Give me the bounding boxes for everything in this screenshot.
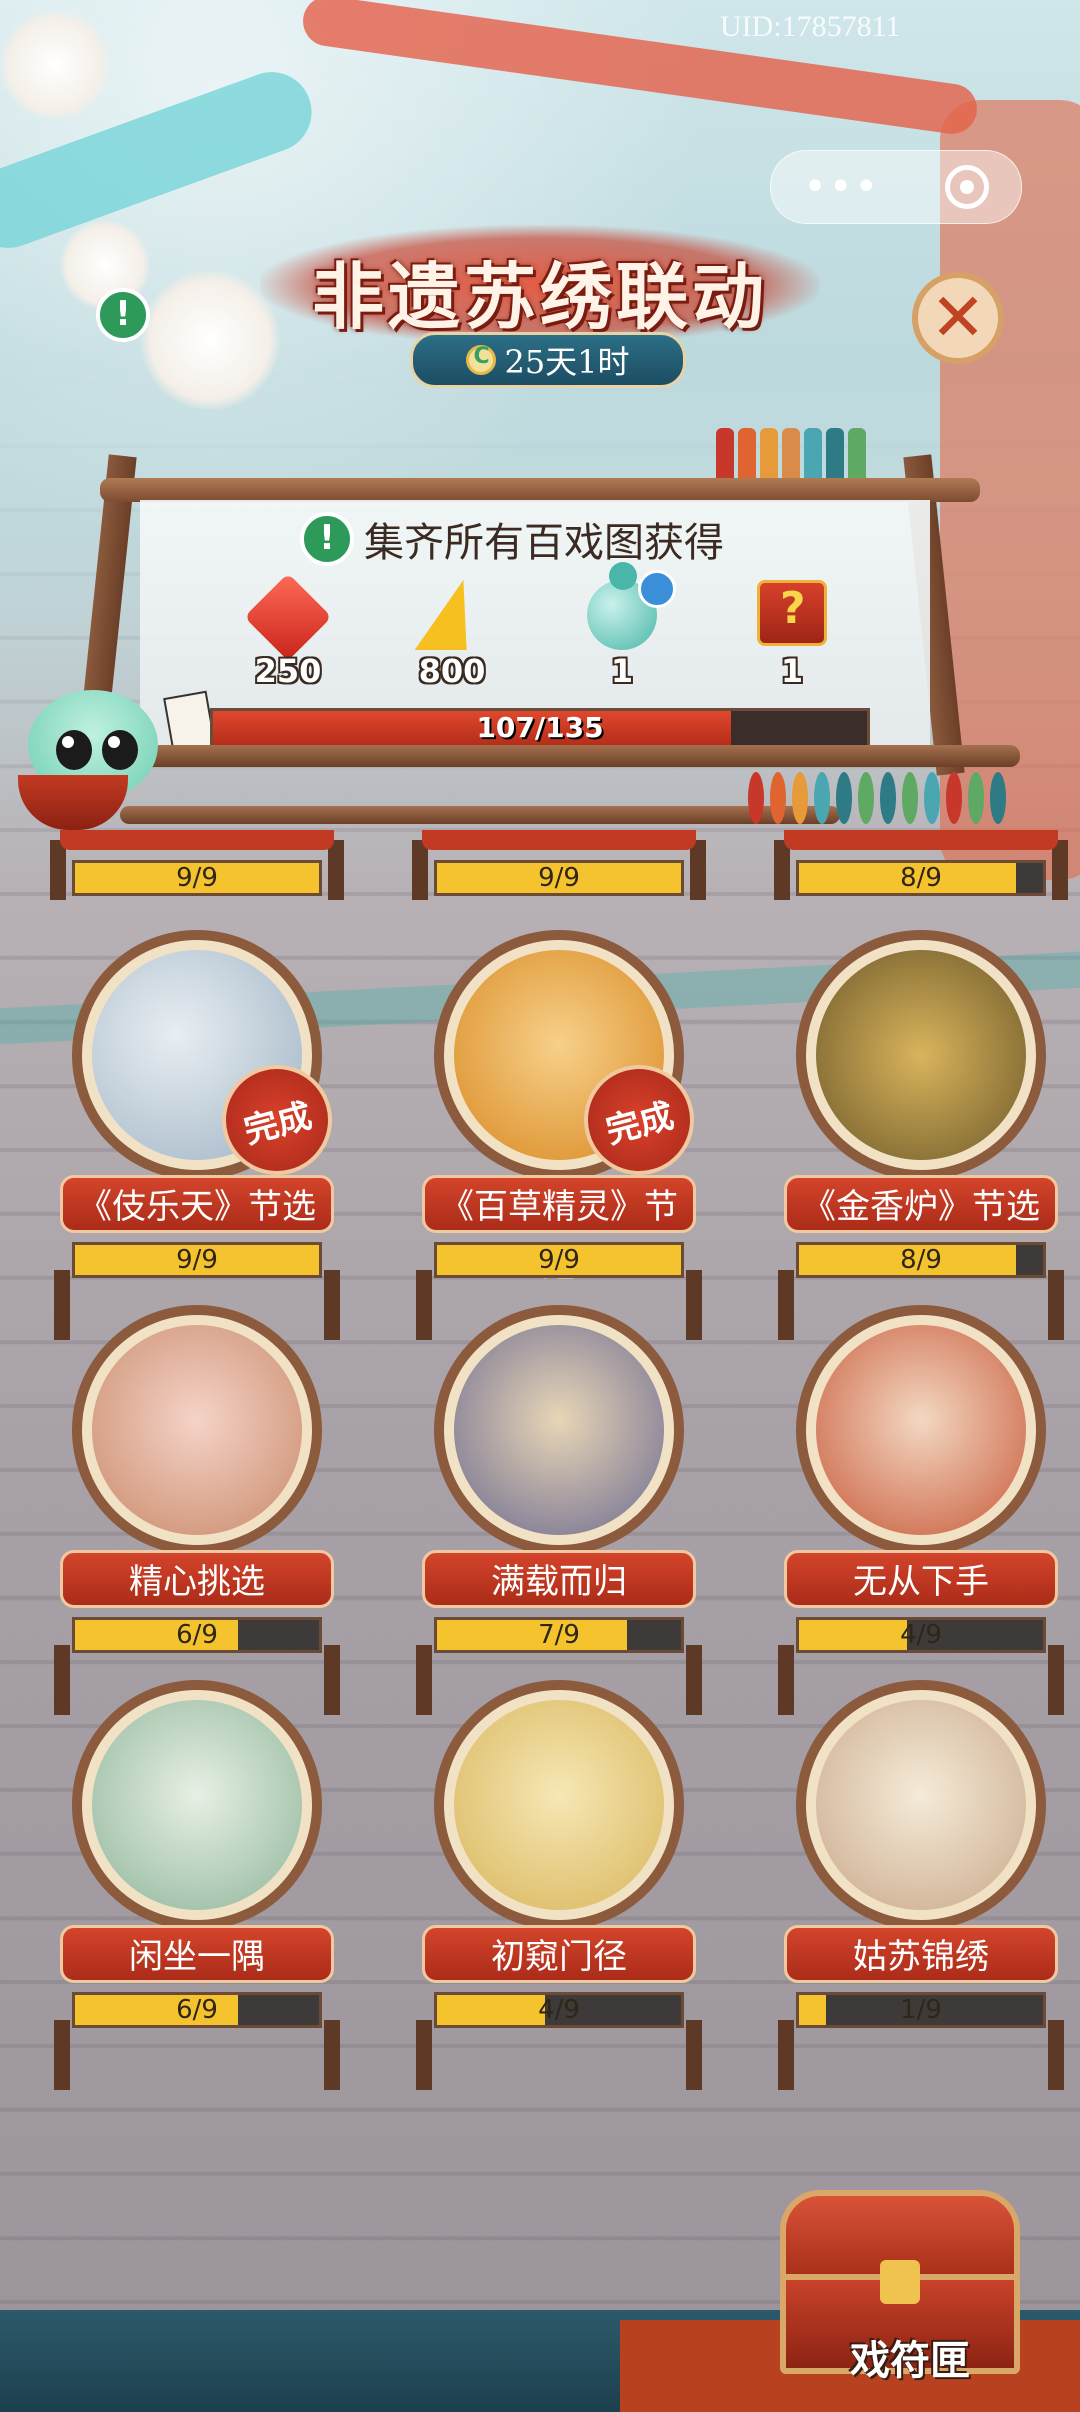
reward-item[interactable]: 250 [228, 573, 348, 690]
card-name: 《金香炉》节选 [784, 1175, 1058, 1233]
card-name: 满载而归 [422, 1550, 696, 1608]
more-menu-icon[interactable]: ••• [803, 167, 880, 207]
collection-card[interactable]: 完成《百草精灵》节选9/9 [414, 930, 707, 1340]
uid-label: UID:17857811 [720, 10, 901, 43]
card-progress-bar: 8/9 [796, 860, 1046, 896]
reward-item[interactable]: 800 [392, 580, 512, 690]
card-progress-bar: 4/9 [434, 1992, 684, 2028]
reward-qty: 1 [780, 652, 804, 690]
card-name: 精心挑选 [60, 1550, 334, 1608]
loom-bar [110, 745, 1020, 767]
partial-card[interactable]: 9/9 [412, 830, 706, 900]
collection-card[interactable]: 闲坐一隅 6/9 [52, 1680, 342, 2090]
flower-decoration [140, 270, 280, 410]
card-progress-text: 4/9 [538, 1995, 580, 2025]
card-name: 姑苏锦绣 [784, 1925, 1058, 1983]
card-artwork [796, 1305, 1046, 1555]
easel-leg [54, 2020, 70, 2090]
timer-text: 25天1时 [504, 343, 630, 381]
clock-coin-icon [466, 344, 497, 375]
card-progress-bar: 9/9 [434, 1242, 684, 1278]
easel-leg [1048, 2020, 1064, 2090]
card-progress-bar: 1/9 [796, 1992, 1046, 2028]
reward-item[interactable]: ? 1 [732, 580, 852, 690]
event-info-icon[interactable]: ! [96, 288, 150, 342]
card-artwork [434, 1680, 684, 1930]
card-artwork [434, 1305, 684, 1555]
partial-card[interactable]: 8/9 [774, 830, 1068, 900]
card-name: 《百草精灵》节选 [422, 1175, 696, 1285]
card-progress-text: 9/9 [176, 1245, 218, 1275]
thread-spools-top [716, 428, 866, 484]
collection-progress-bar: 107/135 [210, 708, 870, 748]
magnifier-icon [638, 570, 676, 608]
mystery-box-icon: ? [757, 580, 827, 646]
collection-card[interactable]: 完成 《伎乐天》节选 9/9 [52, 930, 345, 1340]
loom-bar [120, 806, 840, 824]
easel-leg [686, 2020, 702, 2090]
collection-card[interactable]: 《金香炉》节选 8/9 [776, 930, 1066, 1340]
collection-card[interactable]: 姑苏锦绣 1/9 [776, 1680, 1066, 2090]
loom-bar [100, 478, 980, 502]
collection-card[interactable]: 满载而归 7/9 [414, 1305, 704, 1715]
easel-leg [778, 2020, 794, 2090]
card-name: 《伎乐天》节选 [60, 1175, 334, 1233]
reward-qty: 800 [418, 652, 486, 690]
card-progress-bar: 9/9 [72, 860, 322, 896]
card-progress-text: 6/9 [176, 1995, 218, 2025]
collection-card[interactable]: 初窥门径 4/9 [414, 1680, 704, 2090]
red-gem-icon [244, 573, 332, 661]
card-progress-text: 7/9 [538, 1620, 580, 1650]
reward-info-icon[interactable]: ! [300, 512, 354, 566]
collection-progress-text: 107/135 [476, 711, 604, 744]
easel-leg [416, 2020, 432, 2090]
card-artwork [72, 1305, 322, 1555]
chest-label[interactable]: 戏符匣 [850, 2328, 970, 2386]
card-progress-bar: 8/9 [796, 1242, 1046, 1278]
card-progress-text: 4/9 [900, 1620, 942, 1650]
reward-qty: 250 [254, 652, 322, 690]
reward-qty: 1 [610, 652, 634, 690]
card-progress-bar: 9/9 [434, 860, 684, 896]
card-name: 无从下手 [784, 1550, 1058, 1608]
reward-header: ! 集齐所有百戏图获得 [300, 510, 724, 568]
card-progress-text: 6/9 [176, 1620, 218, 1650]
card-progress-bar: 7/9 [434, 1617, 684, 1653]
card-name: 闲坐一隅 [60, 1925, 334, 1983]
card-progress-text: 1/9 [900, 1995, 942, 2025]
collection-card[interactable]: 精心挑选 6/9 [52, 1305, 342, 1715]
event-timer: 25天1时 [410, 332, 686, 388]
card-progress-bar: 4/9 [796, 1617, 1046, 1653]
card-progress-bar: 6/9 [72, 1617, 322, 1653]
close-button[interactable]: ✕ [912, 272, 1004, 364]
card-progress-text: 9/9 [538, 1245, 580, 1275]
reward-header-text: 集齐所有百戏图获得 [364, 520, 724, 566]
card-progress-bar: 9/9 [72, 1242, 322, 1278]
card-artwork [796, 930, 1046, 1180]
thread-spools-bottom [748, 772, 1006, 824]
easel-leg [324, 2020, 340, 2090]
collection-card[interactable]: 无从下手 4/9 [776, 1305, 1066, 1715]
mini-program-capsule[interactable]: ••• [770, 150, 1022, 224]
mascot-cat[interactable] [18, 680, 168, 830]
reward-item[interactable]: 1 [562, 562, 682, 690]
card-artwork [796, 1680, 1046, 1930]
page-title: 非遗苏绣联动 [311, 254, 768, 339]
card-progress-bar: 6/9 [72, 1992, 322, 2028]
lightning-icon [414, 580, 490, 650]
flower-decoration [0, 10, 110, 120]
partial-card[interactable]: 9/9 [50, 830, 344, 900]
card-artwork [72, 1680, 322, 1930]
close-mini-program-icon[interactable] [944, 165, 989, 209]
card-progress-text: 8/9 [900, 1245, 942, 1275]
card-name: 初窥门径 [422, 1925, 696, 1983]
close-icon: ✕ [930, 279, 986, 356]
